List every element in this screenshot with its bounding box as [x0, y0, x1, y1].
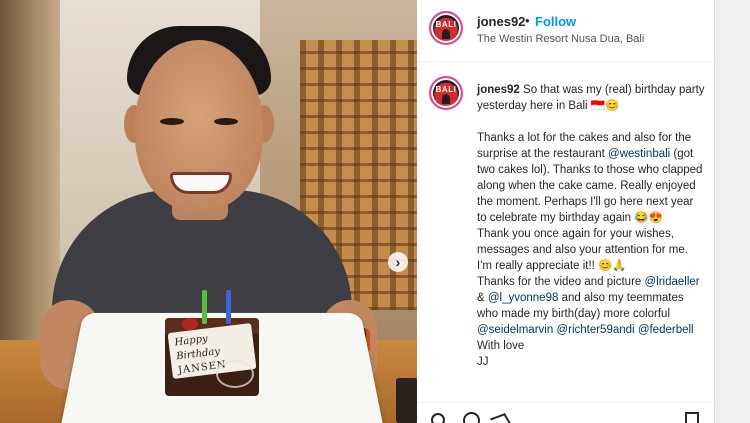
person-smile [170, 172, 232, 194]
candle-blue [226, 290, 231, 324]
mention-link[interactable]: @seidelmarvin [477, 324, 553, 336]
palm-icon [442, 94, 450, 104]
post-caption: jones92 So that was my (real) birthday p… [477, 82, 705, 370]
strawberry-topping [182, 318, 198, 330]
caption-text: & [477, 292, 488, 304]
chocolate-swirl [216, 360, 254, 388]
mention-link[interactable]: @l_yvonne98 [488, 292, 559, 304]
mention-link[interactable]: @lridaeller [645, 276, 700, 288]
palm-icon [442, 29, 450, 39]
bookmark-icon[interactable] [685, 412, 699, 423]
avatar[interactable]: BALI [429, 76, 463, 110]
drink-glass [396, 378, 417, 423]
mention-link[interactable]: @federbell [638, 324, 694, 336]
caption-paragraph-3: Thanks for the video and picture @lridae… [477, 274, 705, 338]
mention-link[interactable]: @richter59andi [556, 324, 634, 336]
caption-section: BALI jones92 So that was my (real) birth… [417, 62, 715, 402]
cake-card-line1: Happy Birthday [174, 333, 221, 363]
page-background [715, 0, 750, 423]
candle-green [202, 290, 207, 324]
mention-link[interactable]: @westinbali [608, 148, 670, 160]
avatar-logo-text: BALI [435, 85, 457, 94]
caption-paragraph-2: Thank you once again for your wishes, me… [477, 228, 688, 272]
caption-intro: jones92 So that was my (real) birthday p… [477, 82, 705, 114]
username-link[interactable]: jones92 [477, 14, 525, 29]
person-eye-left [160, 118, 184, 125]
caption-paragraph-1: Thanks a lot for the cakes and also for … [477, 130, 705, 226]
chevron-right-icon[interactable]: › [388, 252, 408, 272]
comment-icon[interactable] [463, 412, 480, 423]
action-bar [417, 402, 715, 423]
caption-text: Thanks for the video and picture [477, 276, 645, 288]
location-link[interactable]: The Westin Resort Nusa Dua, Bali [477, 33, 644, 45]
person-eye-right [214, 118, 238, 125]
caption-sign-off: With love [477, 340, 525, 352]
follow-button[interactable]: Follow [535, 14, 576, 29]
post-side-panel: BALI jones92 • Follow The Westin Resort … [417, 0, 715, 423]
separator-dot: • [525, 13, 530, 28]
avatar-logo-text: BALI [435, 20, 457, 29]
avatar[interactable]: BALI [429, 11, 463, 45]
post-photo[interactable]: Happy Birthday JANSEN › [0, 0, 417, 423]
caption-username-link[interactable]: jones92 [477, 84, 520, 96]
post-header: BALI jones92 • Follow The Westin Resort … [417, 0, 715, 62]
instagram-post: Happy Birthday JANSEN › BALI jones92 • F… [0, 0, 750, 423]
caption-signature: JJ [477, 356, 489, 368]
caption-gap [477, 114, 705, 130]
share-icon[interactable] [489, 413, 513, 423]
heart-icon[interactable] [428, 410, 448, 423]
